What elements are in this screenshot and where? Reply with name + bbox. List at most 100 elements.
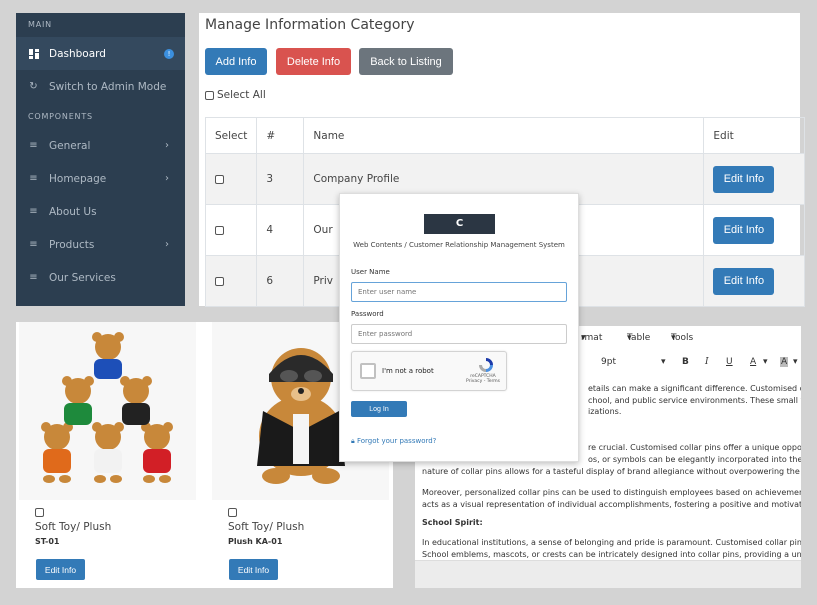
teddy-bear-pyramid-image xyxy=(19,322,196,500)
select-cell xyxy=(204,153,258,205)
underline-button[interactable]: U xyxy=(726,357,733,367)
product-code: ST-01 xyxy=(35,537,60,546)
login-button[interactable]: Log In xyxy=(351,401,407,417)
column-header: Edit xyxy=(703,117,805,154)
password-field[interactable] xyxy=(351,324,567,344)
edit-cell: Edit Info xyxy=(703,204,805,256)
password-label: Password xyxy=(351,310,384,318)
sidebar-section-main: MAIN xyxy=(28,20,52,29)
sidebar-section-components: COMPONENTS xyxy=(28,112,93,121)
edit-info-button[interactable]: Edit Info xyxy=(713,216,775,244)
sidebar-item-homepage[interactable]: ≡ Homepage › xyxy=(16,162,185,195)
menu-format[interactable]: rmat ▾ xyxy=(581,333,602,343)
row-checkbox[interactable] xyxy=(215,276,224,286)
recaptcha-widget: I'm not a robot reCAPTCHA Privacy - Term… xyxy=(351,351,507,391)
select-all-checkbox[interactable] xyxy=(205,90,214,100)
editor-line: os, or symbols can be elegantly incorpor… xyxy=(588,455,801,464)
chevron-right-icon: › xyxy=(165,239,169,250)
back-to-listing-button[interactable]: Back to Listing xyxy=(359,48,453,75)
column-header: # xyxy=(256,117,305,154)
sidebar-item-label: Products xyxy=(49,238,95,251)
bold-button[interactable]: B xyxy=(682,357,689,367)
select-all[interactable]: Select All xyxy=(205,89,266,101)
chevron-down-icon: ▾ xyxy=(763,357,768,367)
editor-line: acts as a visual representation of indiv… xyxy=(422,500,801,509)
sidebar-item-label: About Us xyxy=(49,205,97,218)
forgot-password-link[interactable]: 🔒︎ Forgot your password? xyxy=(351,437,436,446)
login-tagline: Web Contents / Customer Relationship Man… xyxy=(353,241,565,249)
notification-badge: ! xyxy=(164,48,174,59)
recaptcha-checkbox[interactable] xyxy=(360,363,376,379)
select-all-label: Select All xyxy=(217,89,266,101)
product-checkbox[interactable] xyxy=(35,508,44,517)
text-color-button[interactable]: A xyxy=(750,357,756,367)
select-cell xyxy=(204,204,258,256)
product-title: Soft Toy/ Plush xyxy=(228,521,305,533)
sidebar-item-label: Dashboard xyxy=(49,47,106,60)
edit-info-button[interactable]: Edit Info xyxy=(713,165,775,193)
product-cards-panel: Soft Toy/ Plush ST-01 Edit Info Soft Toy… xyxy=(16,322,393,588)
layers-icon: ≡ xyxy=(29,140,38,151)
sidebar-item-dashboard[interactable]: Dashboard ! xyxy=(16,37,185,70)
column-header: Name xyxy=(303,117,705,154)
page-title: Manage Information Category xyxy=(205,17,415,33)
sidebar-item-our-services[interactable]: ≡ Our Services xyxy=(16,261,185,294)
chevron-right-icon: › xyxy=(165,140,169,151)
product-card: Soft Toy/ Plush ST-01 Edit Info xyxy=(19,322,196,588)
layers-icon: ≡ xyxy=(29,272,38,283)
sidebar-item-label: Switch to Admin Mode xyxy=(49,80,167,93)
sidebar-item-switch-admin[interactable]: ↻ Switch to Admin Mode xyxy=(16,70,185,103)
delete-info-button[interactable]: Delete Info xyxy=(276,48,351,75)
sidebar: MAIN Dashboard ! ↻ Switch to Admin Mode … xyxy=(16,13,185,306)
editor-line: chool, and public service environments. … xyxy=(588,396,801,405)
edit-cell: Edit Info xyxy=(703,153,805,205)
layers-icon: ≡ xyxy=(29,239,38,250)
editor-line: izations. xyxy=(588,407,622,416)
sidebar-item-general[interactable]: ≡ General › xyxy=(16,129,185,162)
layers-icon: ≡ xyxy=(29,206,38,217)
italic-button[interactable]: I xyxy=(705,357,709,367)
editor-line: Moreover, personalized collar pins can b… xyxy=(422,488,801,497)
menu-table[interactable]: Table ▾ xyxy=(627,333,650,343)
chevron-down-icon: ▾ xyxy=(793,357,798,367)
editor-line: nature of collar pins allows for a taste… xyxy=(422,467,801,476)
dashboard-icon xyxy=(28,48,39,59)
row-checkbox[interactable] xyxy=(215,225,224,235)
add-info-button[interactable]: Add Info xyxy=(205,48,267,75)
sidebar-item-products[interactable]: ≡ Products › xyxy=(16,228,185,261)
chevron-down-icon: ▾ xyxy=(661,357,666,367)
recaptcha-label: I'm not a robot xyxy=(382,367,434,375)
edit-info-button[interactable]: Edit Info xyxy=(36,559,85,580)
background-color-button[interactable]: A xyxy=(780,357,789,367)
lock-icon: 🔒︎ xyxy=(351,437,355,445)
sidebar-item-label: Our Services xyxy=(49,271,116,284)
sidebar-item-about-us[interactable]: ≡ About Us xyxy=(16,195,185,228)
select-cell xyxy=(204,255,258,307)
product-checkbox[interactable] xyxy=(228,508,237,517)
edit-info-button[interactable]: Edit Info xyxy=(713,267,775,295)
editor-line: re crucial. Customised collar pins offer… xyxy=(588,443,801,452)
number-cell: 6 xyxy=(256,255,305,307)
sidebar-item-label: General xyxy=(49,139,91,152)
edit-cell: Edit Info xyxy=(703,255,805,307)
number-cell: 4 xyxy=(256,204,305,256)
product-title: Soft Toy/ Plush xyxy=(35,521,112,533)
menu-tools[interactable]: Tools ▾ xyxy=(671,333,693,343)
login-dialog: C Web Contents / Customer Relationship M… xyxy=(339,193,579,462)
number-cell: 3 xyxy=(256,153,305,205)
chevron-right-icon: › xyxy=(165,173,169,184)
font-size-select[interactable]: 9pt xyxy=(601,357,616,367)
sidebar-item-label: Homepage xyxy=(49,172,107,185)
logo: C xyxy=(424,214,495,234)
username-field[interactable] xyxy=(351,282,567,302)
editor-line: In educational institutions, a sense of … xyxy=(422,538,801,547)
row-checkbox[interactable] xyxy=(215,174,224,184)
table-header: Select # Name Edit xyxy=(204,117,805,154)
product-code: Plush KA-01 xyxy=(228,537,283,546)
editor-line: School emblems, mascots, or crests can b… xyxy=(422,550,801,559)
recaptcha-brand: reCAPTCHA Privacy - Terms xyxy=(465,374,500,384)
editor-line: etails can make a significant difference… xyxy=(588,384,801,393)
refresh-icon: ↻ xyxy=(29,81,38,92)
username-label: User Name xyxy=(351,268,390,276)
edit-info-button[interactable]: Edit Info xyxy=(229,559,278,580)
